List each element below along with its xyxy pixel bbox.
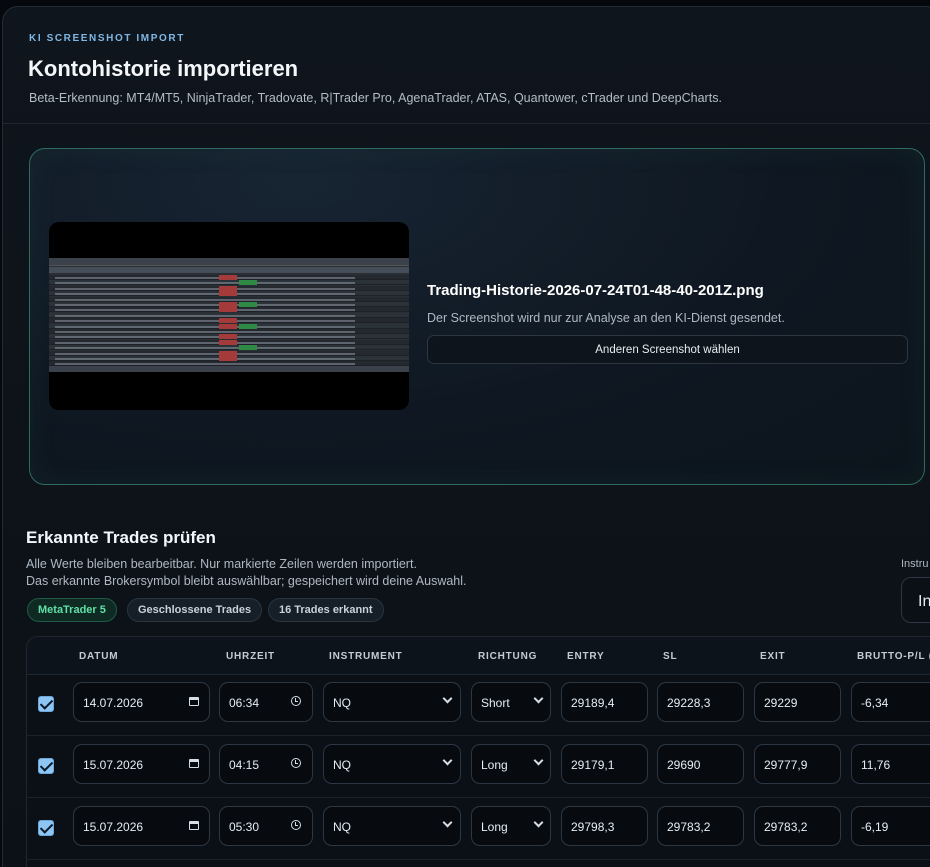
pl-value: 11,76 [861, 758, 891, 772]
header-divider [3, 123, 930, 124]
instrument-label: Instru [901, 558, 929, 570]
chevron-down-icon [533, 693, 544, 704]
screenshot-preview-image [49, 258, 409, 372]
header-instrument: INSTRUMENT [329, 651, 403, 662]
sl-input[interactable]: 29783,2 [657, 806, 744, 846]
header-sl: SL [663, 651, 678, 662]
exit-input[interactable]: 29783,2 [754, 806, 841, 846]
sl-input[interactable]: 29228,3 [657, 682, 744, 722]
date-value: 15.07.2026 [83, 758, 144, 772]
direction-value: Long [481, 758, 508, 772]
date-input[interactable]: 15.07.2026 [73, 744, 210, 784]
time-value: 06:34 [229, 696, 260, 710]
calendar-icon[interactable] [189, 821, 199, 830]
time-value: 04:15 [229, 758, 260, 772]
sl-value: 29783,2 [667, 820, 711, 834]
date-input[interactable]: 15.07.2026 [73, 806, 210, 846]
trades-table: DATUM UHRZEIT INSTRUMENT RICHTUNG ENTRY … [26, 636, 930, 867]
sl-value: 29228,3 [667, 696, 711, 710]
pl-value: -6,34 [861, 696, 889, 710]
page-subtitle: Beta-Erkennung: MT4/MT5, NinjaTrader, Tr… [29, 91, 722, 105]
screenshot-thumbnail [49, 222, 409, 410]
date-input[interactable]: 14.07.2026 [73, 682, 210, 722]
calendar-icon[interactable] [189, 759, 199, 768]
clock-icon[interactable] [291, 758, 301, 768]
direction-select[interactable]: Long [471, 744, 551, 784]
time-input[interactable]: 05:30 [219, 806, 313, 846]
date-value: 14.07.2026 [83, 696, 144, 710]
entry-input[interactable]: 29179,1 [561, 744, 648, 784]
chevron-down-icon [442, 693, 453, 704]
chevron-down-icon [533, 817, 544, 828]
count-badge: 16 Trades erkannt [268, 598, 384, 622]
time-value: 05:30 [229, 820, 260, 834]
instrument-value: NQ [333, 696, 351, 710]
header-exit: EXIT [760, 651, 786, 662]
review-title: Erkannte Trades prüfen [26, 528, 216, 547]
direction-value: Short [481, 696, 510, 710]
pl-value: -6,19 [861, 820, 889, 834]
chevron-down-icon [442, 755, 453, 766]
entry-value: 29189,4 [571, 696, 615, 710]
table-row: 15.07.2026 04:15 NQ Long 29179,1 29690 2… [27, 736, 930, 798]
review-description-2: Das erkannte Brokersymbol bleibt auswähl… [26, 574, 467, 588]
table-row: 15.07.2026 05:30 NQ Long 29798,3 29783,2… [27, 798, 930, 860]
file-name: Trading-Historie-2026-07-24T01-48-40-201… [427, 282, 764, 299]
date-value: 15.07.2026 [83, 820, 144, 834]
instrument-select[interactable]: NQ [323, 744, 461, 784]
calendar-icon[interactable] [189, 697, 199, 706]
direction-select[interactable]: Short [471, 682, 551, 722]
eyebrow-label: KI SCREENSHOT IMPORT [29, 33, 185, 44]
sl-input[interactable]: 29690 [657, 744, 744, 784]
clock-icon[interactable] [291, 820, 301, 830]
platform-badge: MetaTrader 5 [27, 598, 117, 622]
exit-value: 29783,2 [764, 820, 808, 834]
pl-input[interactable]: 11,76 [851, 744, 930, 784]
review-description-1: Alle Werte bleiben bearbeitbar. Nur mark… [26, 557, 417, 571]
instrument-select[interactable]: NQ [323, 682, 461, 722]
clock-icon[interactable] [291, 696, 301, 706]
header-uhrzeit: UHRZEIT [226, 651, 275, 662]
pl-input[interactable]: -6,19 [851, 806, 930, 846]
time-input[interactable]: 04:15 [219, 744, 313, 784]
exit-input[interactable]: 29229 [754, 682, 841, 722]
entry-value: 29798,3 [571, 820, 615, 834]
exit-value: 29229 [764, 696, 798, 710]
direction-select[interactable]: Long [471, 806, 551, 846]
instrument-value: NQ [333, 820, 351, 834]
status-badge: Geschlossene Trades [127, 598, 263, 622]
row-select-checkbox[interactable] [38, 696, 54, 712]
chevron-down-icon [442, 817, 453, 828]
file-hint: Der Screenshot wird nur zur Analyse an d… [427, 311, 785, 325]
chevron-down-icon [533, 755, 544, 766]
header-datum: DATUM [79, 651, 119, 662]
instrument-select[interactable]: In [901, 577, 930, 623]
table-header: DATUM UHRZEIT INSTRUMENT RICHTUNG ENTRY … [27, 637, 930, 675]
header-richtung: RICHTUNG [478, 651, 538, 662]
time-input[interactable]: 06:34 [219, 682, 313, 722]
table-row: 14.07.2026 06:34 NQ Short 29189,4 29228,… [27, 674, 930, 736]
sl-value: 29690 [667, 758, 701, 772]
header-entry: ENTRY [567, 651, 605, 662]
page-title: Kontohistorie importieren [28, 56, 299, 81]
instrument-value: NQ [333, 758, 351, 772]
choose-other-screenshot-button[interactable]: Anderen Screenshot wählen [427, 335, 908, 364]
pl-input[interactable]: -6,34 [851, 682, 930, 722]
entry-input[interactable]: 29798,3 [561, 806, 648, 846]
exit-input[interactable]: 29777,9 [754, 744, 841, 784]
entry-input[interactable]: 29189,4 [561, 682, 648, 722]
entry-value: 29179,1 [571, 758, 615, 772]
direction-value: Long [481, 820, 508, 834]
header-brutto-pl: BRUTTO-P/L ($) [857, 651, 930, 662]
row-select-checkbox[interactable] [38, 758, 54, 774]
row-select-checkbox[interactable] [38, 820, 54, 836]
exit-value: 29777,9 [764, 758, 808, 772]
instrument-select[interactable]: NQ [323, 806, 461, 846]
screenshot-dropzone[interactable]: Trading-Historie-2026-07-24T01-48-40-201… [29, 148, 925, 485]
